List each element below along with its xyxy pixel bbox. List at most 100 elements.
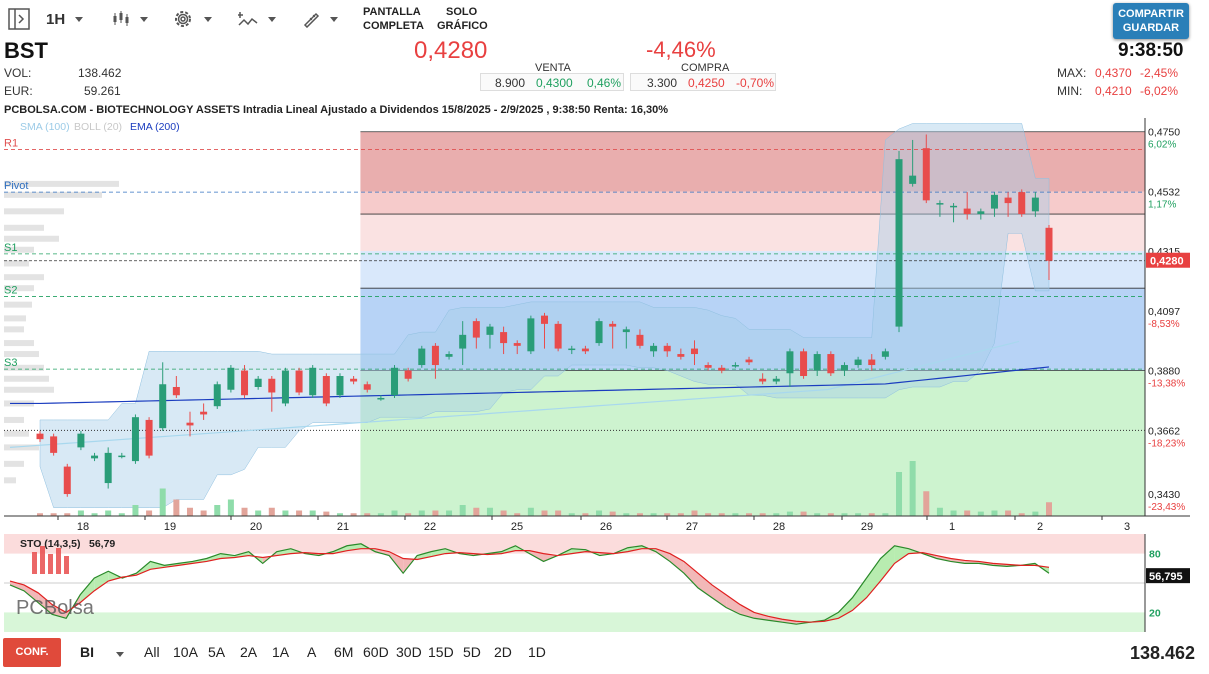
x-tick-label: 25: [511, 521, 523, 533]
volume-bar: [459, 505, 466, 516]
volume-bar: [214, 505, 221, 516]
x-tick-label: 3: [1124, 521, 1130, 533]
volume-bar: [268, 507, 275, 516]
eur-label: EUR:: [4, 84, 33, 98]
range-2d[interactable]: 2D: [494, 644, 512, 660]
candle: [595, 318, 603, 346]
range-1d[interactable]: 1D: [528, 644, 546, 660]
y-tick-label: 0,4750: [1148, 127, 1180, 139]
volume-profile-bar: [4, 477, 16, 484]
range-2a[interactable]: 2A: [240, 644, 257, 660]
range-30d[interactable]: 30D: [396, 644, 422, 660]
range-1a[interactable]: 1A: [272, 644, 289, 660]
logo-bar: [48, 554, 53, 574]
volume-bar: [186, 507, 193, 516]
candle-body: [213, 384, 221, 407]
candle-body: [50, 436, 58, 453]
timeframe-select[interactable]: 1H: [46, 6, 84, 32]
range-all[interactable]: All: [144, 644, 160, 660]
indicators-icon: [238, 12, 258, 26]
range-60d[interactable]: 60D: [363, 644, 389, 660]
y-tick-label: 0,4532: [1148, 187, 1180, 199]
pivot-label-pivot: Pivot: [4, 180, 28, 192]
candle-body: [731, 365, 739, 367]
stochastic-chart[interactable]: STO (14,3,5) 56,79 80 20 56,795 PCBolsa: [0, 534, 1209, 634]
volume-bar: [200, 510, 207, 516]
chevron-down-icon: [75, 16, 84, 22]
volume-profile-bar: [4, 460, 24, 467]
candle-body: [650, 345, 658, 352]
chart-title: PCBOLSA.COM - BIOTECHNOLOGY ASSETS Intra…: [4, 104, 669, 116]
candle-body: [513, 343, 521, 346]
volume-bar: [555, 510, 562, 516]
sto-value: 56,79: [89, 538, 115, 550]
candle-body: [718, 367, 726, 371]
share-save-button[interactable]: COMPARTIR GUARDAR: [1113, 3, 1189, 39]
indicators-select[interactable]: [238, 6, 276, 32]
pivot-label-r1: R1: [4, 138, 18, 150]
legend-boll: BOLL (20): [74, 121, 122, 133]
volume-bar: [146, 510, 153, 516]
candle-body: [391, 367, 399, 396]
candle-body: [868, 359, 876, 366]
volume-bar: [159, 488, 166, 516]
candle: [895, 150, 903, 333]
sell-price: 0,4300: [536, 76, 573, 90]
chevron-down-icon: [268, 16, 276, 22]
volume-bar: [227, 499, 234, 516]
volume-profile-bar: [4, 274, 44, 281]
logo-bar: [40, 546, 45, 574]
candle: [295, 367, 303, 396]
volume-bar: [909, 461, 916, 516]
max-value: 0,4370: [1095, 66, 1132, 80]
panel-toggle-button[interactable]: [8, 6, 30, 32]
chart-style-select[interactable]: BI: [80, 644, 124, 660]
range-6m[interactable]: 6M: [334, 644, 353, 660]
candle-body: [322, 376, 330, 404]
candle-body: [350, 378, 358, 382]
sto-fill: [712, 584, 727, 608]
volume-profile-bar: [4, 340, 34, 347]
range-5a[interactable]: 5A: [208, 644, 225, 660]
candle-body: [377, 397, 385, 400]
volume-bar: [282, 510, 289, 516]
config-button[interactable]: CONF.: [3, 638, 61, 667]
range-a[interactable]: A: [307, 644, 316, 660]
fullscreen-button[interactable]: PANTALLA COMPLETA: [363, 5, 424, 33]
chart-style-label: BI: [80, 644, 94, 660]
chart-only-label-1: SOLO: [446, 6, 478, 18]
logo-bar: [32, 552, 37, 574]
candle-body: [813, 354, 821, 371]
candle-body: [541, 315, 548, 324]
volume-bar: [432, 510, 439, 516]
candle-body: [1018, 192, 1026, 215]
draw-select[interactable]: [302, 6, 338, 32]
volume-profile-bar: [4, 326, 24, 333]
range-15d[interactable]: 15D: [428, 644, 454, 660]
range-5d[interactable]: 5D: [463, 644, 481, 660]
draw-pen-icon: [303, 12, 320, 28]
volume-profile-bar: [4, 416, 24, 423]
total-volume: 138.462: [1130, 643, 1196, 663]
settings-select[interactable]: [172, 6, 212, 32]
candle-body: [827, 354, 835, 374]
range-10a[interactable]: 10A: [173, 644, 198, 660]
chart-only-button[interactable]: SOLO GRÁFICO: [437, 5, 488, 33]
volume-bar: [1046, 502, 1052, 516]
price-chart[interactable]: R1PivotS1S2S30,47506,02%0,45321,17%0,431…: [0, 118, 1209, 534]
sell-qty: 8.900: [495, 76, 526, 90]
x-tick-label: 26: [600, 521, 612, 533]
candle: [322, 373, 330, 407]
chart-type-select[interactable]: [112, 6, 148, 32]
candle-body: [527, 318, 535, 352]
sell-box: 8.900 0,4300 0,46%: [480, 73, 624, 91]
candle-body: [145, 419, 153, 456]
min-label: MIN:: [1057, 84, 1083, 98]
volume-bar: [964, 510, 971, 516]
candle-body: [431, 345, 439, 366]
candle-body: [227, 367, 235, 390]
candle-body: [609, 323, 617, 327]
candle-body: [91, 455, 99, 459]
x-tick-label: 20: [250, 521, 262, 533]
candle-body: [159, 384, 167, 429]
